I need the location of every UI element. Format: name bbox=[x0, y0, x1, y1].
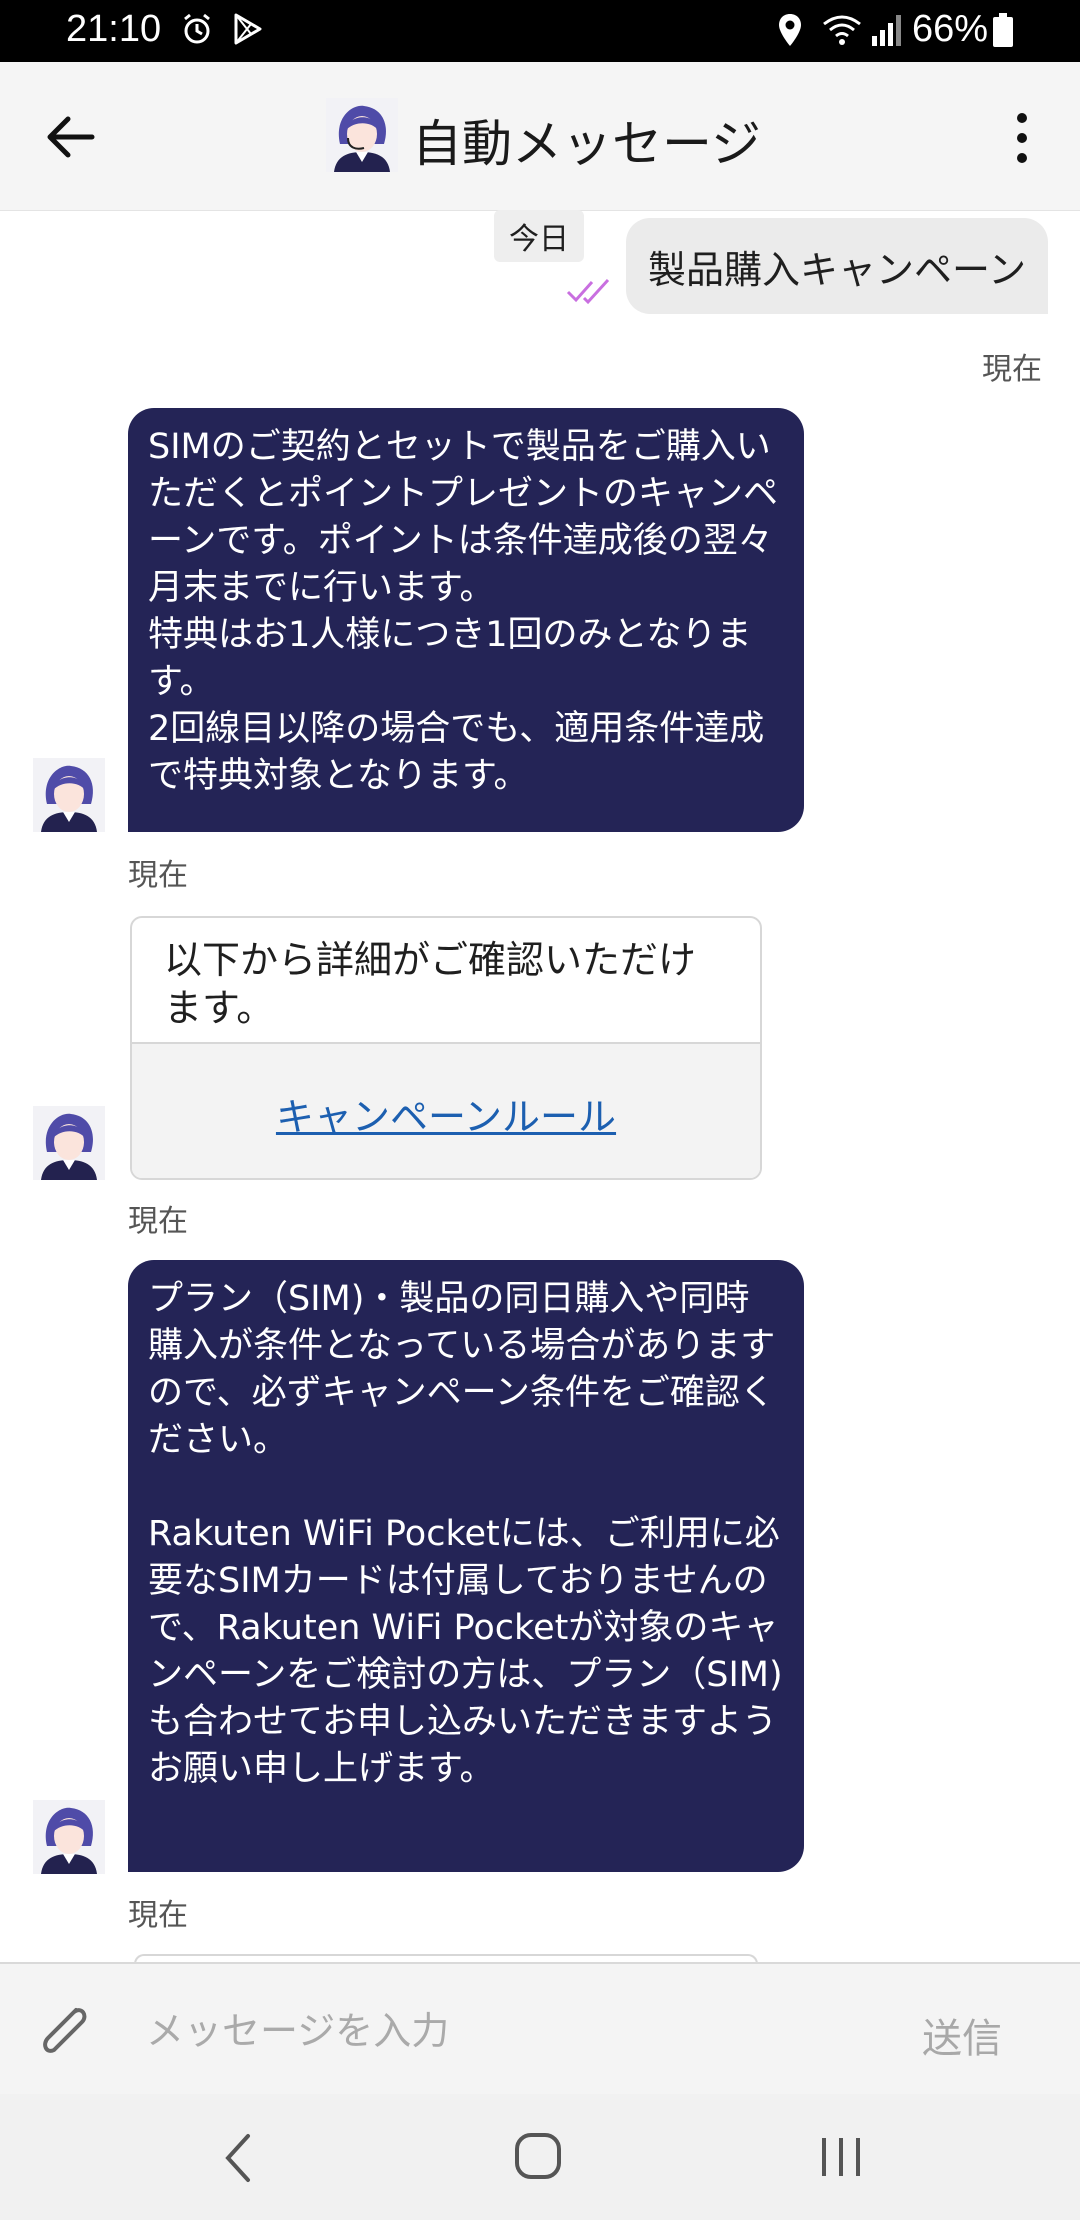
status-time: 21:10 bbox=[66, 8, 162, 50]
paperclip-icon[interactable] bbox=[30, 1996, 98, 2064]
campaign-rules-link[interactable]: キャンペーンルール bbox=[132, 1086, 760, 1141]
bot-avatar-icon bbox=[33, 1800, 105, 1874]
message-input-bar: 送信 bbox=[0, 1962, 1080, 2096]
play-store-icon bbox=[234, 13, 262, 45]
message-timestamp: 現在 bbox=[982, 352, 1042, 387]
message-timestamp: 現在 bbox=[128, 858, 188, 893]
nav-back-icon[interactable] bbox=[218, 2130, 258, 2186]
operator-avatar-icon bbox=[326, 98, 398, 172]
message-timestamp: 現在 bbox=[128, 1204, 188, 1239]
user-message-bubble: 製品購入キャンペーン bbox=[626, 218, 1048, 314]
send-button[interactable]: 送信 bbox=[922, 2006, 1002, 2064]
date-chip: 今日 bbox=[494, 210, 584, 262]
system-nav-bar bbox=[0, 2094, 1080, 2220]
back-arrow-icon[interactable] bbox=[44, 110, 98, 164]
battery-percent: 66% bbox=[912, 8, 989, 50]
nav-recents-icon[interactable] bbox=[818, 2134, 864, 2180]
message-input[interactable] bbox=[144, 1992, 888, 2070]
page-title: 自動メッセージ bbox=[412, 115, 761, 173]
wifi-icon bbox=[823, 15, 861, 45]
card-link-area: キャンペーンルール bbox=[132, 1044, 760, 1178]
read-receipt-icon bbox=[566, 278, 610, 305]
nav-home-icon[interactable] bbox=[512, 2130, 564, 2182]
card-text: 以下から詳細がご確認いただけます。 bbox=[164, 938, 697, 1030]
bot-message-bubble: プラン（SIM)・製品の同日購入や同時購入が条件となっている場合がありますので、… bbox=[128, 1260, 804, 1872]
message-timestamp: 現在 bbox=[128, 1898, 188, 1933]
bot-message-bubble: SIMのご契約とセットで製品をご購入いただくとポイントプレゼントのキャンペーンで… bbox=[128, 408, 804, 832]
alarm-icon bbox=[184, 13, 210, 44]
app-header: 自動メッセージ bbox=[0, 62, 1080, 211]
status-bar: 21:10 66% bbox=[0, 0, 1080, 62]
bot-avatar-icon bbox=[33, 1106, 105, 1180]
bot-avatar-icon bbox=[33, 758, 105, 832]
location-icon bbox=[779, 14, 801, 46]
signal-icon bbox=[872, 15, 901, 46]
battery-icon bbox=[993, 13, 1013, 47]
more-vert-icon[interactable] bbox=[1000, 108, 1044, 168]
link-card: 以下から詳細がご確認いただけます。 キャンペーンルール bbox=[130, 916, 762, 1180]
